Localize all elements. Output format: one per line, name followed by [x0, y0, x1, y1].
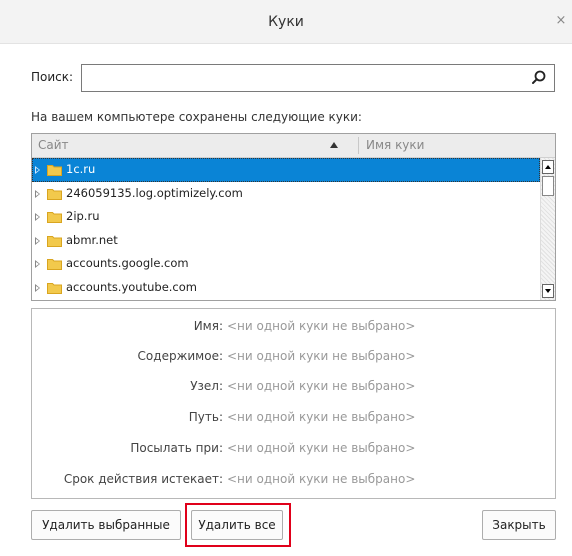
- tree-row[interactable]: abmr.net: [32, 229, 540, 253]
- detail-row-host: Узел: <ни одной куки не выбрано>: [32, 376, 557, 396]
- expand-icon[interactable]: [35, 166, 40, 174]
- detail-label: Узел:: [190, 379, 223, 393]
- search-label: Поиск:: [31, 70, 74, 84]
- window-title: Куки: [268, 14, 304, 30]
- site-label: 246059135.log.optimizely.com: [66, 185, 243, 200]
- site-label: 1c.ru: [66, 162, 96, 176]
- folder-icon: [47, 165, 62, 176]
- cookie-details-panel: Имя: <ни одной куки не выбрано> Содержим…: [31, 308, 556, 499]
- detail-value: <ни одной куки не выбрано>: [227, 379, 416, 393]
- site-label: 2ip.ru: [66, 209, 100, 223]
- detail-value: <ни одной куки не выбрано>: [227, 472, 416, 486]
- remove-all-button[interactable]: Удалить все: [191, 510, 283, 540]
- site-label: accounts.youtube.com: [66, 279, 197, 294]
- scroll-down-icon[interactable]: [542, 284, 554, 298]
- detail-label: Путь:: [188, 410, 223, 424]
- expand-icon[interactable]: [35, 213, 40, 221]
- search-box[interactable]: [81, 64, 555, 92]
- search-input[interactable]: [86, 68, 524, 88]
- info-text: На вашем компьютере сохранены следующие …: [31, 110, 362, 124]
- scroll-up-icon[interactable]: [542, 160, 554, 174]
- tree-rows: 1c.ru 246059135.log.optimizely.com 2ip.r…: [32, 158, 540, 299]
- detail-label: Имя:: [193, 319, 223, 333]
- folder-icon: [47, 235, 62, 247]
- expand-icon[interactable]: [35, 260, 40, 268]
- detail-row-content: Содержимое: <ни одной куки не выбрано>: [32, 346, 557, 366]
- close-icon[interactable]: ×: [552, 12, 570, 30]
- sort-ascending-icon: [330, 142, 338, 148]
- tree-row[interactable]: accounts.google.com: [32, 252, 540, 276]
- folder-icon: [47, 259, 62, 270]
- column-header-site[interactable]: Сайт: [38, 134, 69, 157]
- detail-label: Посылать при:: [130, 441, 223, 455]
- detail-row-send-for: Посылать при: <ни одной куки не выбрано>: [32, 438, 557, 458]
- detail-value: <ни одной куки не выбрано>: [227, 319, 416, 333]
- detail-value: <ни одной куки не выбрано>: [227, 441, 416, 455]
- cookie-tree[interactable]: Сайт Имя куки 1c.ru 246059135.log.optimi…: [31, 133, 556, 301]
- detail-label: Срок действия истекает:: [63, 472, 223, 486]
- tree-row[interactable]: 2ip.ru: [32, 205, 540, 229]
- scroll-thumb[interactable]: [542, 176, 554, 196]
- site-label: abmr.net: [66, 232, 118, 247]
- close-button[interactable]: Закрыть: [482, 510, 556, 540]
- detail-label: Содержимое:: [137, 349, 223, 363]
- tree-row[interactable]: accounts.youtube.com: [32, 276, 540, 300]
- column-divider[interactable]: [358, 137, 359, 154]
- detail-row-name: Имя: <ни одной куки не выбрано>: [32, 316, 557, 336]
- search-icon[interactable]: [530, 69, 548, 87]
- detail-row-expires: Срок действия истекает: <ни одной куки н…: [32, 469, 557, 489]
- folder-icon: [47, 188, 62, 200]
- detail-value: <ни одной куки не выбрано>: [227, 410, 416, 424]
- folder-icon: [47, 212, 62, 223]
- site-label: accounts.google.com: [66, 256, 189, 270]
- tree-row[interactable]: 246059135.log.optimizely.com: [32, 182, 540, 206]
- detail-value: <ни одной куки не выбрано>: [227, 349, 416, 363]
- expand-icon[interactable]: [35, 236, 40, 245]
- tree-header: Сайт Имя куки: [32, 134, 555, 158]
- expand-icon[interactable]: [35, 189, 40, 198]
- folder-icon: [47, 282, 62, 294]
- remove-selected-button[interactable]: Удалить выбранные: [31, 510, 181, 540]
- vertical-scrollbar[interactable]: [540, 158, 555, 300]
- column-header-cookie-name[interactable]: Имя куки: [366, 134, 424, 157]
- tree-row[interactable]: 1c.ru: [32, 158, 540, 182]
- expand-icon[interactable]: [35, 283, 40, 292]
- detail-row-path: Путь: <ни одной куки не выбрано>: [32, 407, 557, 427]
